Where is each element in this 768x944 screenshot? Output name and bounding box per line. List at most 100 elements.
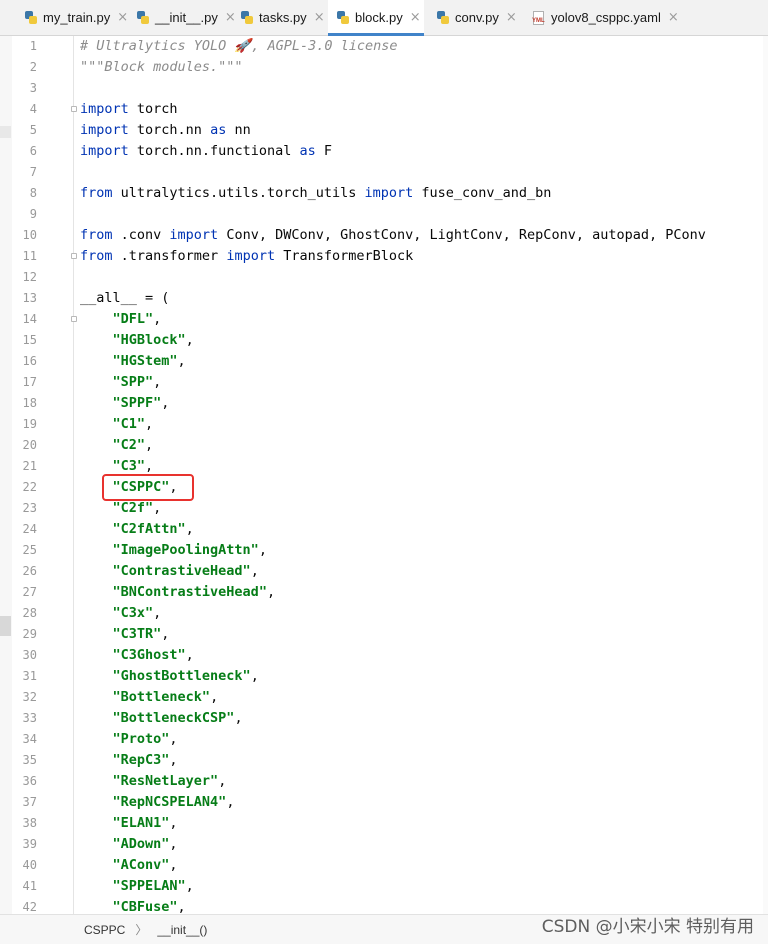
code-token: "Bottleneck" bbox=[112, 689, 211, 705]
line-number: 38 bbox=[22, 816, 37, 830]
code-token: , bbox=[250, 668, 259, 684]
python-file-icon bbox=[336, 10, 350, 25]
editor-tab-bar: my_train.py × __init__.py × tasks.py × block.p… bbox=[0, 0, 768, 36]
line-number: 41 bbox=[22, 879, 37, 893]
line-number: 36 bbox=[22, 774, 37, 788]
code-line: import torch.nn.functional as F bbox=[80, 141, 332, 162]
fold-marker-icon[interactable] bbox=[71, 316, 77, 322]
line-number-gutter: 1 2 3 4 5 6 7 8 9 10 11 12 13 14 15 16 17 18 19 20 21 22 23 24 2… bbox=[12, 36, 74, 914]
line-number: 14 bbox=[22, 312, 37, 326]
code-token: , bbox=[169, 752, 178, 768]
line-number: 27 bbox=[22, 585, 37, 599]
line-number: 20 bbox=[22, 438, 37, 452]
tab-label: __init__.py bbox=[155, 10, 218, 25]
code-line: "C3Ghost", bbox=[80, 645, 194, 666]
line-number: 35 bbox=[22, 753, 37, 767]
code-token: "GhostBottleneck" bbox=[112, 668, 251, 684]
code-line: "GhostBottleneck", bbox=[80, 666, 259, 687]
line-number: 34 bbox=[22, 732, 37, 746]
tab-label: my_train.py bbox=[43, 10, 111, 25]
code-token: "AConv" bbox=[112, 857, 170, 873]
close-icon[interactable]: × bbox=[668, 10, 679, 25]
code-token: as bbox=[210, 122, 227, 138]
fold-marker-icon[interactable] bbox=[71, 106, 77, 112]
tab-label: tasks.py bbox=[259, 10, 307, 25]
code-token: , bbox=[153, 374, 162, 390]
code-token: fuse_conv_and_bn bbox=[413, 185, 552, 201]
code-token: Conv, DWConv, GhostConv, LightConv, RepC… bbox=[218, 227, 706, 243]
code-token: , bbox=[153, 605, 162, 621]
tab-1[interactable]: __init__.py × bbox=[128, 0, 236, 35]
tab-0[interactable]: my_train.py × bbox=[16, 0, 128, 35]
code-token: "RepNCSPELAN4" bbox=[112, 794, 227, 810]
fold-marker-icon[interactable] bbox=[71, 253, 77, 259]
code-line: from ultralytics.utils.torch_utils impor… bbox=[80, 183, 551, 204]
line-number: 21 bbox=[22, 459, 37, 473]
line-number: 5 bbox=[29, 123, 37, 137]
code-token: "CBFuse" bbox=[112, 899, 178, 915]
code-token: "C3x" bbox=[112, 605, 154, 621]
code-token: "HGStem" bbox=[112, 353, 178, 369]
code-token: "SPP" bbox=[112, 374, 154, 390]
code-token: "ResNetLayer" bbox=[112, 773, 219, 789]
code-token: , bbox=[185, 647, 194, 663]
code-line: "DFL", bbox=[80, 309, 162, 330]
code-token: , bbox=[226, 794, 235, 810]
code-token: import bbox=[80, 122, 129, 138]
line-number: 8 bbox=[29, 186, 37, 200]
line-number: 22 bbox=[22, 480, 37, 494]
code-token: import bbox=[364, 185, 414, 201]
code-token: , bbox=[177, 353, 186, 369]
close-icon[interactable]: × bbox=[117, 10, 128, 25]
code-line: from .conv import Conv, DWConv, GhostCon… bbox=[80, 225, 706, 246]
tab-5[interactable]: YML yolov8_csppc.yaml × bbox=[524, 0, 679, 35]
code-token: , bbox=[169, 815, 178, 831]
breadcrumb-item-method[interactable]: __init__() bbox=[157, 923, 207, 937]
code-line: "SPP", bbox=[80, 372, 162, 393]
breadcrumb-item-class[interactable]: CSPPC bbox=[84, 923, 125, 937]
close-icon[interactable]: × bbox=[506, 10, 517, 25]
code-token: __all__ = ( bbox=[80, 290, 170, 306]
code-line: "RepC3", bbox=[80, 750, 178, 771]
watermark: CSDN @小宋小宋 特别有用 bbox=[541, 917, 754, 937]
code-token: , bbox=[210, 689, 219, 705]
close-icon[interactable]: × bbox=[314, 10, 325, 25]
line-number: 6 bbox=[29, 144, 37, 158]
code-token: , bbox=[145, 416, 154, 432]
tab-label: block.py bbox=[355, 10, 403, 25]
code-token: "ImagePoolingAttn" bbox=[112, 542, 259, 558]
line-number: 31 bbox=[22, 669, 37, 683]
tab-label: yolov8_csppc.yaml bbox=[551, 10, 661, 25]
yml-label: YML bbox=[532, 17, 545, 24]
code-token: F bbox=[315, 143, 332, 159]
close-icon[interactable]: × bbox=[410, 10, 421, 25]
code-line: "ImagePoolingAttn", bbox=[80, 540, 267, 561]
code-line: "SPPELAN", bbox=[80, 876, 194, 897]
code-token: """Block modules.""" bbox=[80, 59, 243, 75]
line-number: 13 bbox=[22, 291, 37, 305]
vertical-scrollbar[interactable] bbox=[763, 36, 768, 914]
tab-2[interactable]: tasks.py × bbox=[232, 0, 325, 35]
code-token: torch.nn.functional bbox=[128, 143, 300, 159]
tab-3[interactable]: block.py × bbox=[328, 0, 424, 36]
line-number: 37 bbox=[22, 795, 37, 809]
tab-4[interactable]: conv.py × bbox=[428, 0, 520, 35]
code-token: import bbox=[169, 227, 219, 243]
code-line: "C2f", bbox=[80, 498, 162, 519]
code-token: , bbox=[185, 878, 194, 894]
